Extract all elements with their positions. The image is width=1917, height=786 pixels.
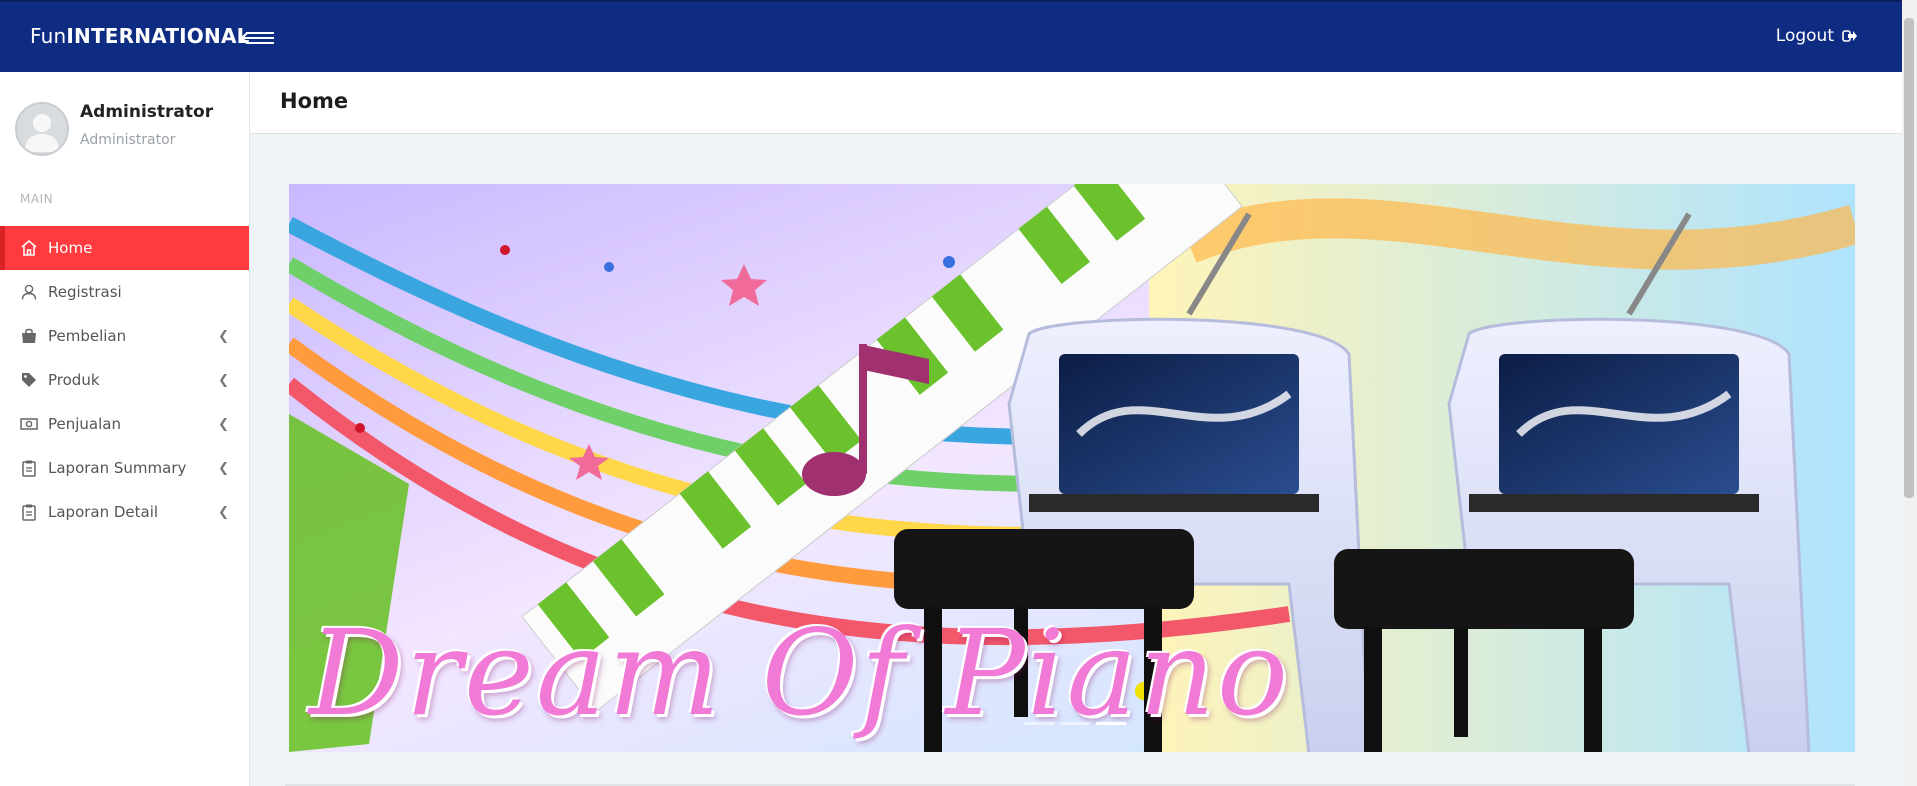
sidebar-item-label: Registrasi [48,283,122,301]
sidebar-item-label: Produk [48,371,100,389]
top-navbar: FunINTERNATIONAL Logout [0,0,1902,72]
sidebar-item-label: Pembelian [48,327,127,345]
hamburger-arrow-icon[interactable] [240,28,276,48]
sidebar-item-registrasi[interactable]: Registrasi [0,270,249,314]
sidebar-item-penjualan[interactable]: Penjualan ❮ [0,402,249,446]
carousel-indicator[interactable] [1024,722,1054,725]
shopping-bag-icon [20,327,38,345]
brand-text-international: INTERNATIONAL [66,24,250,48]
money-icon [20,415,38,433]
chevron-left-icon: ❮ [218,329,229,344]
logout-button[interactable]: Logout [1776,26,1858,46]
home-icon [20,239,38,257]
sidebar: Administrator Administrator MAIN Home Re… [0,72,250,786]
carousel-indicators [1024,722,1126,725]
sidebar-item-home[interactable]: Home [0,226,249,270]
chevron-left-icon: ❮ [218,373,229,388]
sidebar-item-label: Laporan Detail [48,503,159,521]
logout-label: Logout [1775,26,1834,46]
sidebar-item-laporan-detail[interactable]: Laporan Detail ❮ [0,490,249,534]
promo-banner-carousel[interactable]: Dream Of Piano [289,184,1855,752]
sidebar-item-label: Penjualan [48,415,121,433]
chevron-left-icon: ❮ [218,505,229,520]
sign-out-icon [1842,30,1857,42]
user-icon [20,283,38,301]
sidebar-item-laporan-summary[interactable]: Laporan Summary ❮ [0,446,249,490]
banner-caption: Dream Of Piano [309,604,1291,742]
content-body: Dream Of Piano [250,134,1902,786]
sidebar-nav: Home Registrasi Pembelian ❮ Produk ❮ Pen… [0,226,249,534]
brand-logo[interactable]: FunINTERNATIONAL [30,24,250,48]
scrollbar-thumb[interactable] [1904,18,1914,498]
carousel-indicator-active[interactable] [1096,722,1126,725]
user-role: Administrator [80,132,176,148]
clipboard-icon [20,503,38,521]
clipboard-icon [20,459,38,477]
sidebar-item-label: Laporan Summary [48,459,187,477]
carousel-indicator[interactable] [1060,722,1090,725]
brand-text-fun: Fun [30,24,67,48]
sidebar-item-produk[interactable]: Produk ❮ [0,358,249,402]
user-avatar-icon [25,114,59,152]
avatar [15,102,69,156]
chevron-left-icon: ❮ [218,461,229,476]
sidebar-section-label: MAIN [20,192,54,206]
tag-icon [20,371,38,389]
page-title: Home [280,89,349,113]
user-name: Administrator [80,102,214,122]
sidebar-item-label: Home [48,239,93,257]
content-header: Home [250,72,1902,134]
chevron-left-icon: ❮ [218,417,229,432]
sidebar-item-pembelian[interactable]: Pembelian ❮ [0,314,249,358]
